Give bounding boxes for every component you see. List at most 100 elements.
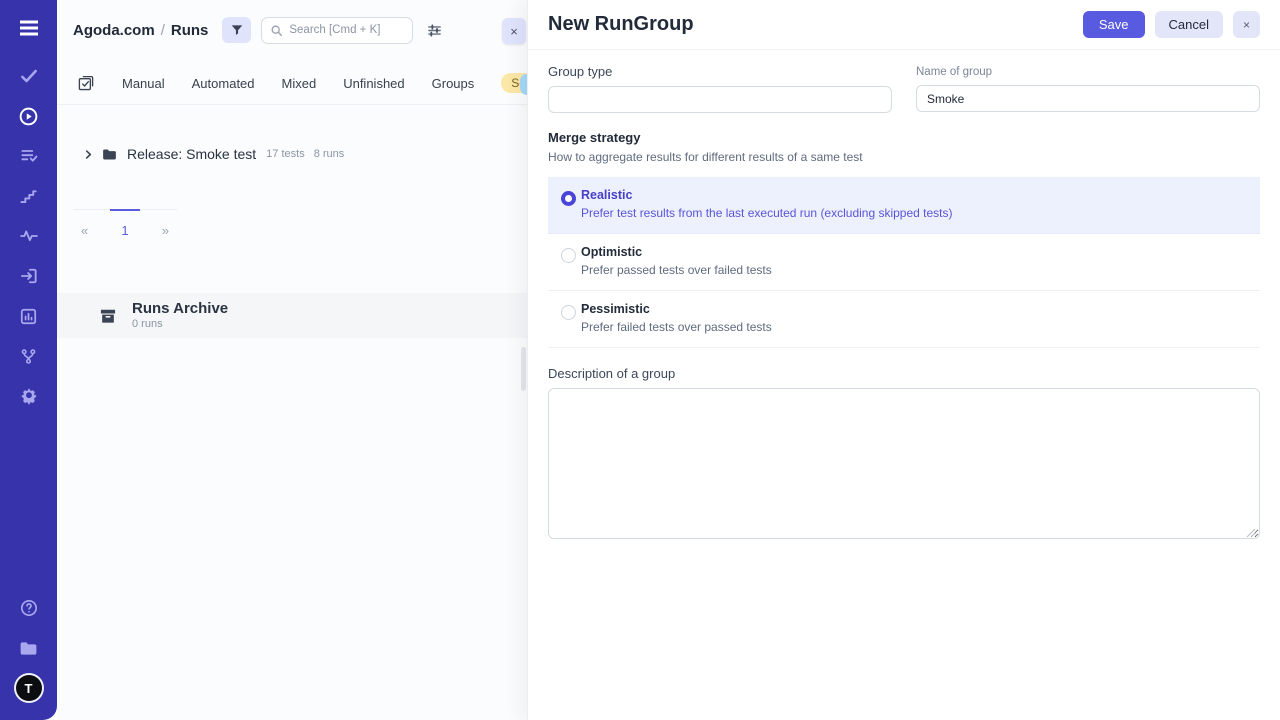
run-group-meta: 17 tests 8 runs: [266, 148, 344, 160]
branch-icon: [19, 347, 38, 366]
group-type-label: Group type: [548, 64, 892, 79]
tab-manual[interactable]: Manual: [122, 76, 165, 91]
save-button[interactable]: Save: [1083, 11, 1145, 38]
description-textarea[interactable]: [548, 388, 1260, 539]
user-avatar[interactable]: T: [0, 668, 57, 708]
merge-strategy-section: Merge strategy How to aggregate results …: [548, 130, 1260, 348]
pagination-page-1[interactable]: 1: [110, 209, 139, 238]
sidebar-item-settings[interactable]: [0, 376, 57, 416]
run-group-row[interactable]: Release: Smoke test 17 tests 8 runs: [83, 141, 511, 167]
stairs-icon: [19, 187, 38, 206]
merge-strategy-options: Realistic Prefer test results from the l…: [548, 177, 1260, 348]
sidebar-item-runs[interactable]: [0, 96, 57, 136]
check-icon: [19, 66, 39, 86]
option-description: Prefer passed tests over failed tests: [581, 263, 1244, 277]
name-of-group-input[interactable]: [916, 85, 1260, 112]
search-box: [261, 17, 413, 44]
archive-text: Runs Archive 0 runs: [132, 301, 228, 331]
adjustments-icon[interactable]: [426, 22, 443, 39]
select-all-icon[interactable]: [77, 74, 95, 92]
hamburger-menu-button[interactable]: [0, 0, 57, 56]
folder-icon: [101, 146, 118, 163]
sidebar-item-help[interactable]: [0, 588, 57, 628]
merge-strategy-hint: How to aggregate results for different r…: [548, 150, 1260, 164]
group-type-input[interactable]: [548, 86, 892, 113]
page-title: New RunGroup: [548, 13, 694, 36]
breadcrumb-project[interactable]: Agoda.com: [73, 22, 155, 39]
tab-mixed[interactable]: Mixed: [282, 76, 317, 91]
filter-tabs: Manual Automated Mixed Unfinished Groups…: [57, 66, 527, 105]
radio-icon[interactable]: [561, 305, 576, 320]
play-circle-icon: [18, 106, 39, 127]
group-type-field: Group type: [548, 64, 892, 113]
tab-automated[interactable]: Automated: [192, 76, 255, 91]
sidebar-item-tests[interactable]: [0, 56, 57, 96]
option-optimistic[interactable]: Optimistic Prefer passed tests over fail…: [548, 234, 1260, 291]
breadcrumb-separator: /: [161, 22, 165, 39]
new-rungroup-panel: New RunGroup Save Cancel × Group type Na…: [527, 0, 1280, 720]
name-field: Name of group: [916, 64, 1260, 113]
funnel-icon: [230, 23, 244, 37]
option-title: Pessimistic: [581, 302, 1244, 316]
breadcrumb-page[interactable]: Runs: [171, 22, 209, 39]
avatar-logo: T: [16, 675, 42, 701]
tab-groups[interactable]: Groups: [432, 76, 475, 91]
radio-selected-icon[interactable]: [561, 191, 576, 206]
sidebar: T: [0, 0, 57, 720]
chevron-right-icon[interactable]: [83, 149, 94, 160]
pagination-next[interactable]: »: [162, 210, 169, 238]
option-pessimistic[interactable]: Pessimistic Prefer failed tests over pas…: [548, 291, 1260, 348]
cancel-button[interactable]: Cancel: [1155, 11, 1223, 38]
merge-strategy-label: Merge strategy: [548, 130, 1260, 145]
description-label: Description of a group: [548, 366, 1260, 381]
sidebar-item-steps[interactable]: [0, 176, 57, 216]
radio-icon[interactable]: [561, 248, 576, 263]
runs-header: Agoda.com / Runs: [73, 16, 493, 44]
option-description: Prefer failed tests over passed tests: [581, 320, 1244, 334]
tests-count: 17 tests: [266, 148, 305, 160]
pulse-icon: [19, 226, 39, 246]
archive-title: Runs Archive: [132, 301, 228, 317]
name-of-group-label: Name of group: [916, 64, 1260, 78]
form-body: Group type Name of group Merge strategy …: [528, 50, 1280, 544]
form-header: New RunGroup Save Cancel ×: [528, 0, 1280, 50]
option-title: Realistic: [581, 188, 1244, 202]
runs-archive-row[interactable]: Runs Archive 0 runs: [57, 293, 527, 338]
filter-button[interactable]: [222, 17, 251, 43]
hamburger-icon: [18, 19, 40, 37]
sidebar-item-branches[interactable]: [0, 336, 57, 376]
sidebar-item-pulse[interactable]: [0, 216, 57, 256]
clipped-badge[interactable]: [520, 74, 527, 95]
sidebar-bottom: T: [0, 588, 57, 708]
sidebar-item-plans[interactable]: [0, 136, 57, 176]
breadcrumb: Agoda.com / Runs: [73, 22, 208, 39]
sidebar-item-analytics[interactable]: [0, 296, 57, 336]
option-title: Optimistic: [581, 245, 1244, 259]
gear-icon: [19, 386, 39, 406]
option-description: Prefer test results from the last execut…: [581, 206, 1244, 220]
tab-unfinished[interactable]: Unfinished: [343, 76, 404, 91]
archive-count: 0 runs: [132, 318, 228, 330]
description-section: Description of a group: [548, 366, 1260, 544]
scrollbar-thumb[interactable]: [521, 347, 526, 391]
folder-icon: [18, 638, 39, 659]
run-group-name: Release: Smoke test: [127, 146, 256, 162]
sidebar-nav: [0, 56, 57, 416]
help-circle-icon: [19, 598, 39, 618]
runs-count: 8 runs: [314, 148, 345, 160]
search-input[interactable]: [289, 24, 399, 36]
form-actions: Save Cancel ×: [1083, 11, 1260, 38]
sidebar-item-projects[interactable]: [0, 628, 57, 668]
sidebar-item-import[interactable]: [0, 256, 57, 296]
pagination-prev[interactable]: «: [81, 210, 88, 238]
sign-in-icon: [19, 266, 39, 286]
runs-list-panel: Agoda.com / Runs × Manual Automated Mixe…: [57, 0, 527, 720]
search-icon: [270, 24, 283, 37]
bar-chart-icon: [19, 307, 38, 326]
archive-box-icon: [98, 306, 118, 326]
option-realistic[interactable]: Realistic Prefer test results from the l…: [548, 177, 1260, 234]
panel-close-button[interactable]: ×: [502, 18, 526, 44]
list-check-icon: [19, 146, 39, 166]
pagination: « 1 »: [73, 209, 177, 238]
close-form-button[interactable]: ×: [1233, 11, 1260, 38]
